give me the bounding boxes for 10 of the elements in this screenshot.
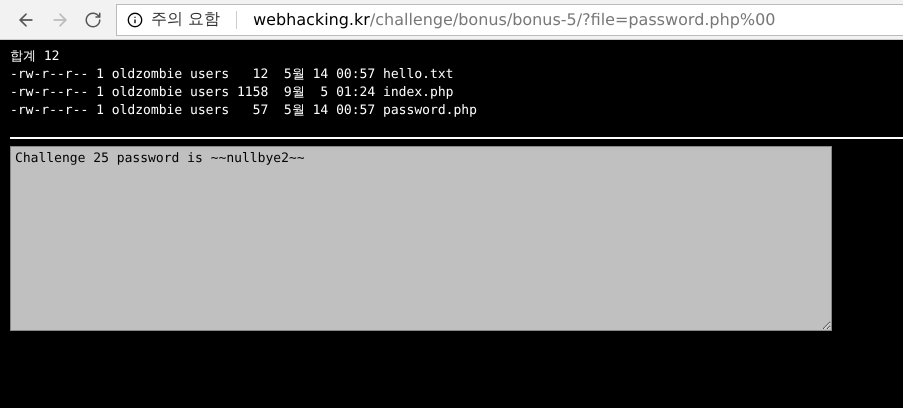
address-bar[interactable]: 주의 요함 webhacking.kr/challenge/bonus/bonus-5/?file=password.php%00 bbox=[116, 4, 903, 36]
listing-line: -rw-r--r-- 1 oldzombie users 12 5월 14 00:57 hello.txt bbox=[10, 66, 454, 84]
listing-line: -rw-r--r-- 1 oldzombie users 1158 9월 5 01:24 index.php bbox=[10, 84, 454, 102]
url-text: webhacking.kr/challenge/bonus/bonus-5/?file=password.php%00 bbox=[253, 10, 776, 29]
listing-line: 합계 12 bbox=[10, 48, 60, 66]
info-icon bbox=[127, 12, 143, 28]
text-area[interactable]: Challenge 25 password is ~~nullbye2~~ bbox=[10, 146, 832, 331]
listing-line: -rw-r--r-- 1 oldzombie users 57 5월 14 00:57 password.php bbox=[10, 102, 477, 120]
reload-button[interactable] bbox=[84, 10, 102, 28]
security-label: 주의 요함 bbox=[151, 9, 220, 30]
